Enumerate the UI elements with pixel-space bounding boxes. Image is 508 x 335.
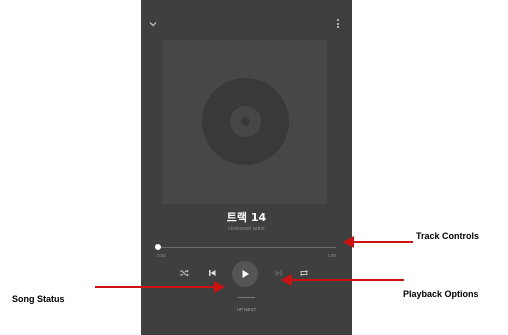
progress-knob[interactable]	[155, 244, 161, 250]
repeat-icon[interactable]	[299, 268, 309, 278]
more-vert-icon[interactable]	[335, 19, 341, 31]
disc-icon	[202, 78, 289, 165]
track-title: 트랙 14	[226, 211, 267, 224]
artist-name: Unknown artist	[228, 226, 265, 232]
album-art	[163, 40, 327, 204]
shuffle-icon[interactable]	[179, 268, 189, 278]
up-next-handle[interactable]	[238, 297, 255, 298]
skip-previous-icon[interactable]	[207, 268, 217, 278]
song-status-annotation: Song Status	[12, 294, 65, 304]
skip-next-icon[interactable]	[274, 268, 284, 278]
playback-options-annotation: Playback Options	[403, 289, 479, 299]
chevron-down-icon[interactable]	[148, 19, 158, 29]
play-button[interactable]	[232, 261, 258, 287]
progress-bar[interactable]	[158, 247, 336, 248]
music-player-screen: 트랙 14 Unknown artist 0:00 1:00 UP NEXT	[141, 0, 352, 335]
track-controls-annotation: Track Controls	[416, 231, 480, 241]
up-next-label[interactable]: UP NEXT	[141, 307, 352, 312]
play-icon	[242, 270, 249, 278]
elapsed-time: 0:00	[157, 253, 166, 258]
total-time: 1:00	[327, 253, 336, 258]
